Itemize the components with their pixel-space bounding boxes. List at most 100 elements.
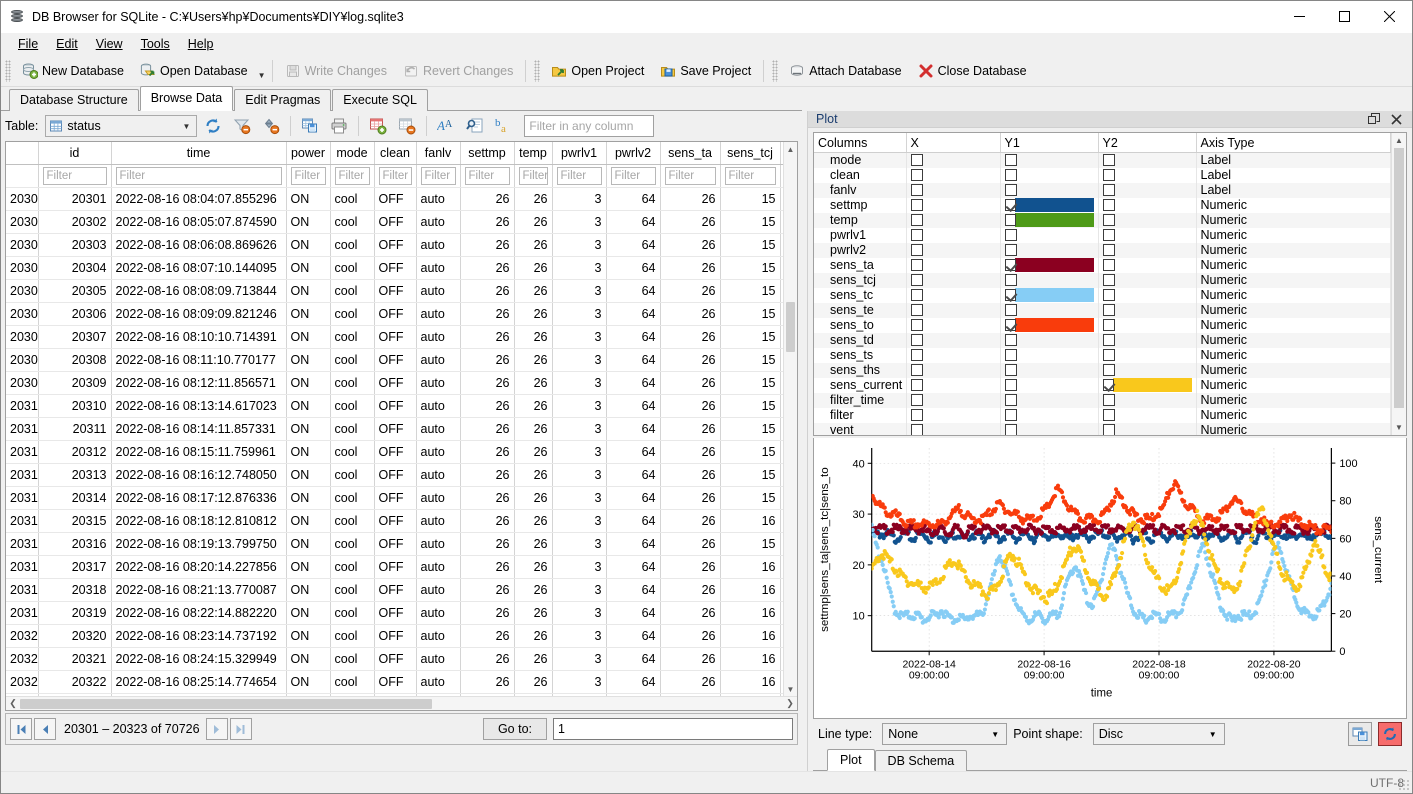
cell-sens-tcj[interactable]: 15 [720,440,781,464]
plot-y1-cell[interactable] [1000,302,1099,318]
cell-temp[interactable]: 26 [514,325,553,349]
table-row[interactable]: 20307203072022-08-16 08:10:10.714391ONco… [6,325,797,349]
checkbox[interactable] [1102,379,1114,392]
plot-y2-cell[interactable] [1098,377,1197,393]
checkbox[interactable] [1102,289,1115,302]
row-header-cell[interactable]: 20301 [6,187,39,211]
cell-fanlv[interactable]: auto [416,210,461,234]
cell-settmp[interactable]: 26 [460,486,515,510]
cell-fanlv[interactable]: auto [416,394,461,418]
cell-temp[interactable]: 26 [514,187,553,211]
cell-fanlv[interactable]: auto [416,486,461,510]
cell-sens-tcj[interactable]: 15 [720,486,781,510]
filter-temp-cell[interactable]: Filter [514,164,553,188]
cell-clean[interactable]: OFF [374,509,417,533]
cell-clean[interactable]: OFF [374,486,417,510]
cell-temp[interactable]: 26 [514,417,553,441]
cell-settmp[interactable]: 26 [460,348,515,372]
plot-col-header-y1[interactable]: Y1 [1000,133,1099,153]
filter-clean-cell[interactable]: Filter [374,164,417,188]
plot-column-row[interactable]: filter_time Numeric [814,392,1391,408]
cell-settmp[interactable]: 26 [460,187,515,211]
cell-pwrlv2[interactable]: 64 [606,325,661,349]
plot-x-cell[interactable] [906,392,1001,408]
checkbox[interactable] [910,304,923,317]
scroll-right-icon[interactable]: ❯ [783,698,797,709]
cell-time[interactable]: 2022-08-16 08:17:12.876336 [111,486,287,510]
cell-settmp[interactable]: 26 [460,256,515,280]
grid-vertical-scrollbar[interactable]: ▲ ▼ [783,142,797,696]
plot-x-cell[interactable] [906,167,1001,183]
cell-pwrlv1[interactable]: 3 [552,578,607,602]
undock-icon[interactable] [1366,111,1382,127]
checkbox[interactable] [910,154,923,167]
plot-y1-cell[interactable] [1000,332,1099,348]
cell-pwrlv1[interactable]: 3 [552,302,607,326]
cell-clean[interactable]: OFF [374,233,417,257]
cell-time[interactable]: 2022-08-16 08:06:08.869626 [111,233,287,257]
checkbox[interactable] [910,259,923,272]
checkbox[interactable] [1102,424,1115,436]
cell-sens-ta[interactable]: 26 [660,440,721,464]
checkbox[interactable] [910,199,923,212]
cell-fanlv[interactable]: auto [416,555,461,579]
grid-corner[interactable] [6,142,39,165]
scroll-left-icon[interactable]: ❮ [6,698,20,709]
cell-id[interactable]: 20304 [38,256,112,280]
cell-mode[interactable]: cool [330,210,375,234]
plot-column-row[interactable]: pwrlv2 Numeric [814,242,1391,258]
checkbox[interactable] [910,394,923,407]
cell-fanlv[interactable]: auto [416,325,461,349]
plot-y1-cell[interactable] [1000,152,1099,168]
plot-x-cell[interactable] [906,197,1001,213]
col-header-pwrlv2[interactable]: pwrlv2 [606,142,661,165]
open-database-button[interactable]: Open Database [132,58,256,84]
cell-sens-ta[interactable]: 26 [660,578,721,602]
cell-sens-ta[interactable]: 26 [660,302,721,326]
cell-mode[interactable]: cool [330,279,375,303]
menu-view[interactable]: View [87,35,132,53]
row-header-cell[interactable]: 20304 [6,256,39,280]
row-header-cell[interactable]: 20320 [6,624,39,648]
filter-id-cell[interactable]: Filter [38,164,112,188]
cell-sens-ta[interactable]: 26 [660,371,721,395]
menu-file[interactable]: File [9,35,47,53]
col-header-mode[interactable]: mode [330,142,375,165]
cell-clean[interactable]: OFF [374,325,417,349]
cell-power[interactable]: ON [286,509,331,533]
cell-id[interactable]: 20315 [38,509,112,533]
save-data-icon[interactable] [297,114,323,138]
reload-plot-button[interactable] [1378,722,1402,746]
cell-time[interactable]: 2022-08-16 08:15:11.759961 [111,440,287,464]
filter-time-cell[interactable]: Filter [111,164,287,188]
cell-id[interactable]: 20308 [38,348,112,372]
goto-input[interactable]: 1 [553,718,793,740]
plot-y2-cell[interactable] [1098,257,1197,273]
plot-y2-cell[interactable] [1098,332,1197,348]
cell-fanlv[interactable]: auto [416,348,461,372]
hscroll-thumb[interactable] [20,698,433,709]
cell-mode[interactable]: cool [330,187,375,211]
table-row[interactable]: 20301203012022-08-16 08:04:07.855296ONco… [6,187,797,211]
cell-pwrlv2[interactable]: 64 [606,670,661,694]
cell-settmp[interactable]: 26 [460,509,515,533]
cell-clean[interactable]: OFF [374,348,417,372]
cell-clean[interactable]: OFF [374,670,417,694]
cell-sens-tcj[interactable]: 16 [720,670,781,694]
series-color-swatch[interactable] [1014,318,1094,333]
bottom-tab-db-schema[interactable]: DB Schema [874,750,968,771]
last-page-button[interactable] [229,718,252,740]
checkbox[interactable] [1004,334,1017,347]
plot-x-cell[interactable] [906,407,1001,423]
checkbox[interactable] [1102,214,1115,227]
cell-id[interactable]: 20314 [38,486,112,510]
cell-settmp[interactable]: 26 [460,578,515,602]
plot-y2-cell[interactable] [1098,227,1197,243]
checkbox[interactable] [910,214,923,227]
cell-sens-ta[interactable]: 26 [660,601,721,625]
row-header-cell[interactable]: 20321 [6,647,39,671]
cell-power[interactable]: ON [286,187,331,211]
toolbar-grip[interactable] [5,59,11,82]
row-header-cell[interactable]: 20318 [6,578,39,602]
plot-y2-cell[interactable] [1098,182,1197,198]
